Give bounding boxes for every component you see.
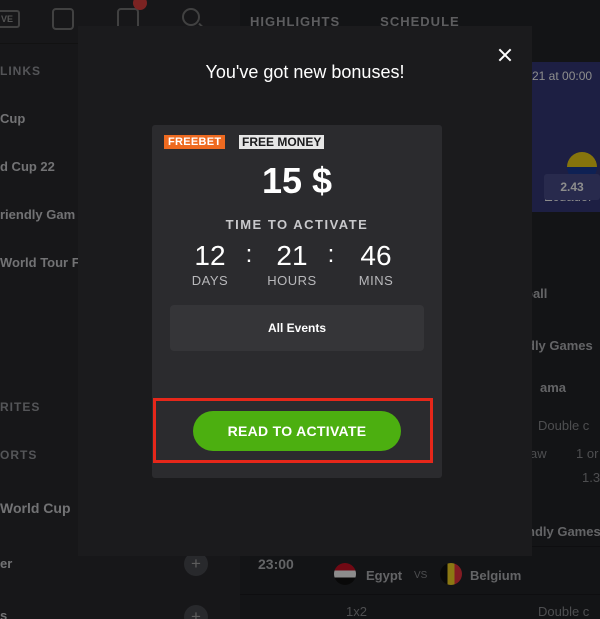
- close-icon[interactable]: [497, 47, 513, 63]
- bonus-amount: 15 $: [261, 160, 333, 201]
- timer-days-value: 12: [194, 240, 226, 271]
- modal-title: You've got new bonuses!: [205, 62, 405, 82]
- bonus-kind-tag: FREE MONEY: [239, 135, 325, 149]
- bonus-type-tag: FREEBET: [164, 135, 226, 149]
- time-to-activate-label: TIME TO ACTIVATE: [225, 217, 369, 232]
- timer-separator: :: [245, 241, 253, 268]
- events-scope: All Events: [170, 305, 424, 351]
- read-to-activate-button[interactable]: READ TO ACTIVATE: [193, 411, 401, 451]
- timer-mins-value: 46: [360, 240, 392, 271]
- timer-mins-unit: MINS: [358, 273, 394, 288]
- timer-hours-unit: HOURS: [267, 273, 317, 288]
- timer-hours-value: 21: [276, 240, 308, 271]
- timer-days-unit: DAYS: [191, 273, 229, 288]
- timer-separator: :: [327, 241, 335, 268]
